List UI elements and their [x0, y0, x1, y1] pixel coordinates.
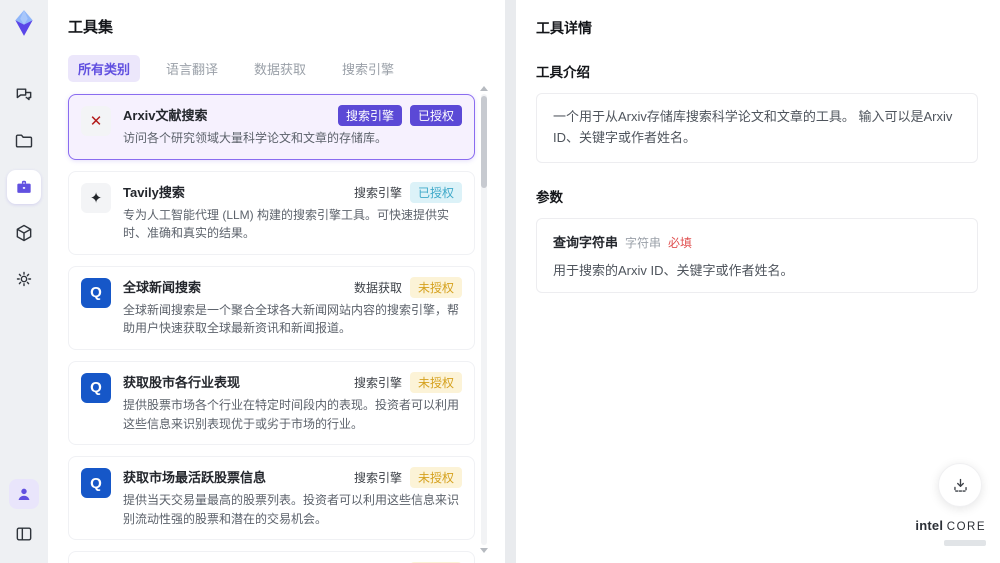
tool-description: 提供当天交易量最高的股票列表。投资者可以利用这些信息来识别流动性强的股票和潜在的…	[123, 493, 460, 526]
left-rail	[0, 0, 48, 563]
app-window: 工具集 所有类别 语言翻译 数据获取 搜索引擎 ✕ Arxiv文献搜索 访问各个研究领…	[0, 0, 1000, 563]
tool-description: 专为人工智能代理 (LLM) 构建的搜索引擎工具。可快速提供实时、准确和真实的结…	[123, 207, 450, 241]
intro-text: 一个用于从Arxiv存储库搜索科学论文和文章的工具。 输入可以是Arxiv ID…	[553, 109, 953, 145]
intel-logo-sub-mark	[944, 540, 986, 547]
rail-bottom	[7, 479, 41, 551]
scroll-up-icon[interactable]	[480, 86, 488, 91]
tool-icon: Q	[81, 468, 111, 499]
tool-tag: 数据获取	[353, 280, 402, 295]
list-scrollbar[interactable]	[479, 86, 489, 553]
tool-icon: Q	[81, 372, 111, 403]
cube-icon[interactable]	[7, 216, 41, 250]
tool-tags: 数据获取 未授权	[353, 276, 462, 298]
download-icon	[953, 478, 967, 492]
settings-gear-icon[interactable]	[7, 262, 41, 296]
tool-icon: ✕	[81, 106, 111, 136]
tool-tags: 搜索引擎未授权	[353, 467, 462, 489]
tool-tag: 未授权	[409, 467, 462, 489]
category-tab[interactable]: 搜索引擎	[332, 55, 404, 82]
tool-card[interactable]: ▦ 万维地区新闻查询 查询具体行政区划内的新闻，快速了解各地新闻动 搜索引擎未授…	[68, 551, 475, 563]
tool-icon: ✦	[81, 182, 111, 213]
param-type: 字符串	[625, 235, 662, 250]
tool-tag: 搜索引擎	[353, 375, 402, 390]
tool-card[interactable]: ✕ Arxiv文献搜索 访问各个研究领域大量科学论文和文章的存储库。 搜索引擎已…	[68, 94, 475, 160]
param-required-badge: 必填	[668, 235, 693, 250]
tool-tags: 搜索引擎未授权	[353, 371, 462, 393]
tool-tag: 搜索引擎	[353, 471, 402, 486]
chat-icon[interactable]	[7, 78, 41, 112]
page-title: 工具集	[68, 19, 114, 36]
rail-nav	[7, 78, 41, 296]
panel-divider	[505, 0, 516, 563]
panel-toggle-icon[interactable]	[7, 517, 41, 551]
category-tabs: 所有类别 语言翻译 数据获取 搜索引擎	[68, 55, 475, 82]
tool-card[interactable]: Q 获取市场最活跃股票信息 提供当天交易量最高的股票列表。投资者可以利用这些信息…	[68, 456, 475, 541]
tool-tag: 搜索引擎	[353, 185, 402, 200]
params-heading: 参数	[536, 189, 563, 205]
tool-tag: 已授权	[409, 181, 462, 203]
param-desc: 用于搜索的Arxiv ID、关键字或作者姓名。	[553, 262, 794, 278]
tool-tag: 未授权	[409, 276, 462, 298]
category-tab[interactable]: 语言翻译	[156, 55, 228, 82]
tool-description: 全球新闻搜索是一个聚合全球各大新闻网站内容的搜索引擎，帮助用户快速获取全球最新资…	[123, 302, 460, 336]
app-logo	[9, 8, 39, 38]
download-button[interactable]	[938, 463, 982, 507]
category-tab[interactable]: 数据获取	[244, 55, 316, 82]
tool-tags: 搜索引擎 已授权	[337, 105, 462, 126]
tool-description: 访问各个研究领域大量科学论文和文章的存储库。	[123, 131, 388, 145]
scrollbar-thumb[interactable]	[481, 96, 487, 188]
param-box: 查询字符串 字符串 必填 用于搜索的Arxiv ID、关键字或作者姓名。	[536, 217, 978, 293]
tool-icon: Q	[81, 277, 111, 308]
tool-tags: 搜索引擎 已授权	[353, 181, 462, 203]
tool-card[interactable]: Q 获取股市各行业表现 提供股票市场各个行业在特定时间段内的表现。投资者可以利用…	[68, 360, 475, 446]
core-logo-text: core	[946, 520, 986, 533]
scroll-down-icon[interactable]	[480, 548, 488, 553]
tool-tag: 已授权	[409, 105, 462, 126]
intel-core-logo: intel core	[915, 517, 986, 551]
folder-icon[interactable]	[7, 124, 41, 158]
category-tab[interactable]: 所有类别	[68, 55, 141, 82]
user-avatar-icon[interactable]	[9, 479, 39, 509]
intro-box: 一个用于从Arxiv存储库搜索科学论文和文章的工具。 输入可以是Arxiv ID…	[536, 93, 978, 163]
tool-card[interactable]: Q 全球新闻搜索 全球新闻搜索是一个聚合全球各大新闻网站内容的搜索引擎，帮助用户…	[68, 265, 475, 350]
detail-title: 工具详情	[536, 20, 592, 36]
tool-list-panel: 工具集 所有类别 语言翻译 数据获取 搜索引擎 ✕ Arxiv文献搜索 访问各个研究领…	[48, 0, 505, 563]
tool-list: ✕ Arxiv文献搜索 访问各个研究领域大量科学论文和文章的存储库。 搜索引擎已…	[68, 94, 475, 563]
scrollbar-track[interactable]	[481, 94, 487, 545]
param-name: 查询字符串	[553, 234, 619, 250]
tool-tag: 搜索引擎	[337, 105, 402, 126]
intro-heading: 工具介绍	[536, 65, 590, 80]
intel-logo-text: intel	[915, 517, 944, 533]
tool-detail-panel: 工具详情 工具介绍 一个用于从Arxiv存储库搜索科学论文和文章的工具。 输入可…	[516, 0, 1000, 563]
tool-description: 提供股票市场各个行业在特定时间段内的表现。投资者可以利用这些信息来识别表现优于或…	[123, 397, 460, 431]
tool-card[interactable]: ✦ Tavily搜索 专为人工智能代理 (LLM) 构建的搜索引擎工具。可快速提…	[68, 170, 475, 255]
param-header: 查询字符串 字符串 必填	[553, 232, 961, 251]
toolbox-icon[interactable]	[7, 170, 41, 204]
tool-tag: 未授权	[409, 371, 462, 393]
